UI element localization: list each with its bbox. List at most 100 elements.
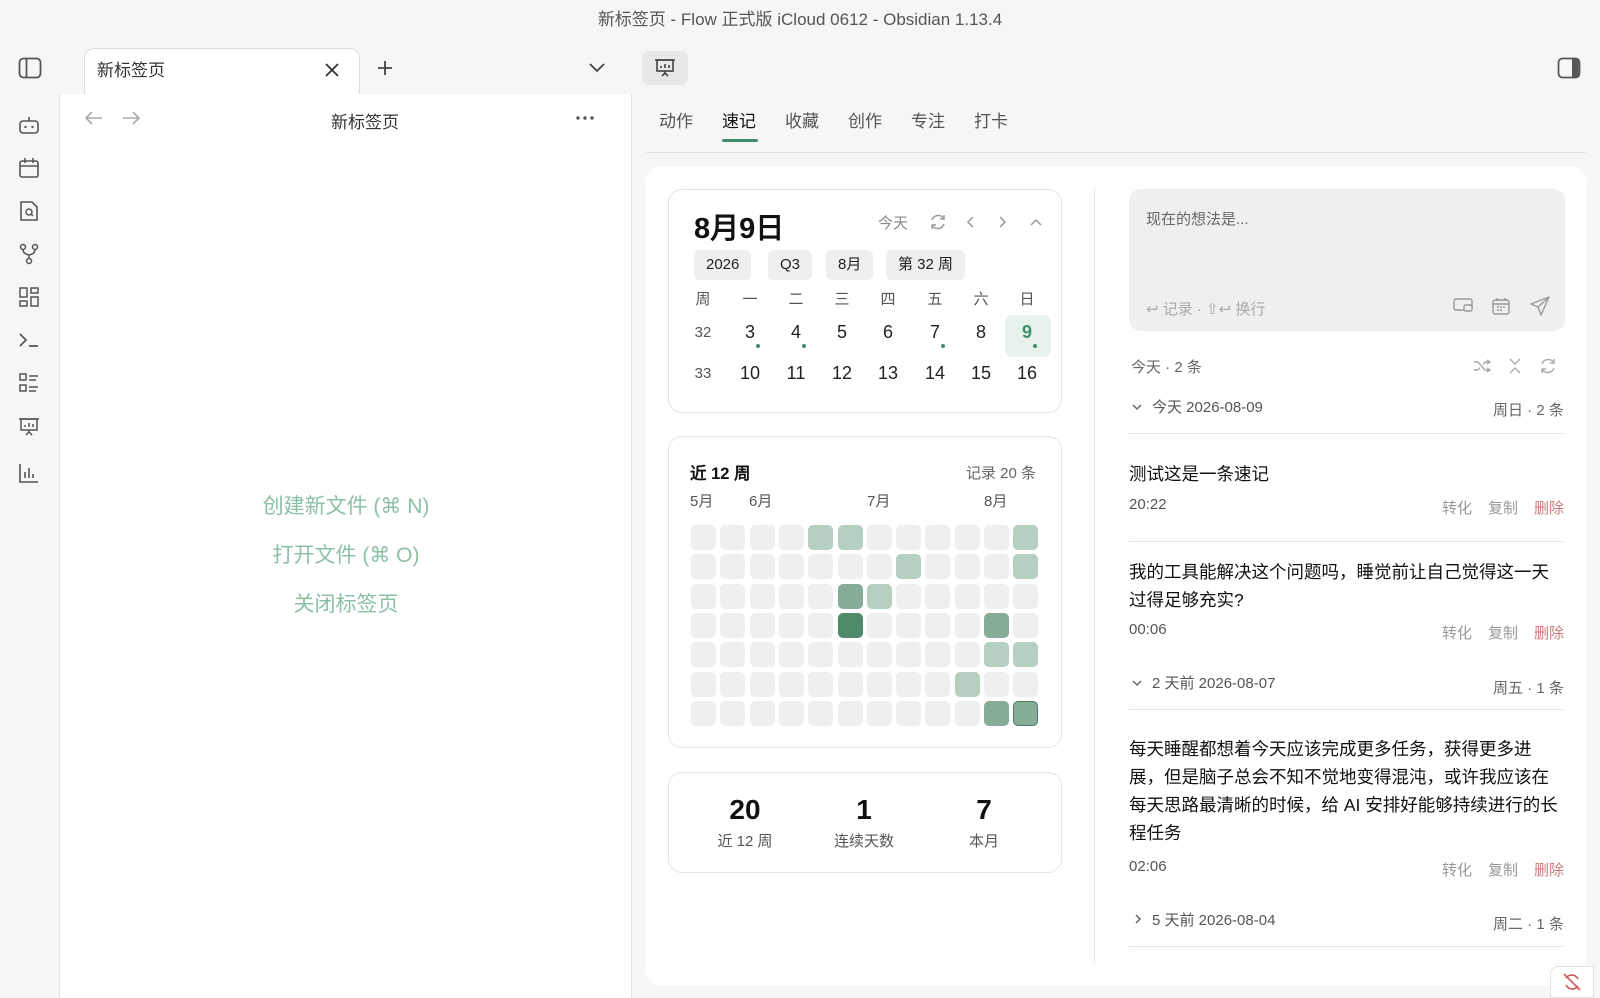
heatmap-cell[interactable]: [1013, 671, 1039, 697]
heatmap-cell[interactable]: [954, 612, 980, 638]
chip-week[interactable]: 第 32 周: [886, 250, 966, 280]
tab-quick-notes[interactable]: 速记: [722, 107, 756, 132]
calendar-day[interactable]: 8: [961, 322, 1001, 343]
refresh-icon[interactable]: [928, 212, 948, 232]
tab-create[interactable]: 创作: [848, 107, 882, 132]
heatmap-cell[interactable]: [866, 612, 892, 638]
heatmap-cell[interactable]: [866, 671, 892, 697]
heatmap-cell[interactable]: [720, 525, 746, 550]
chip-month[interactable]: 8月: [826, 250, 874, 280]
terminal-icon[interactable]: [16, 327, 42, 353]
refresh-icon[interactable]: [1538, 356, 1558, 376]
heatmap-cell[interactable]: [866, 642, 892, 668]
heatmap-cell[interactable]: [778, 700, 804, 726]
presentation-icon[interactable]: [642, 51, 688, 85]
heatmap-cell[interactable]: [925, 671, 951, 697]
heatmap-cell[interactable]: [925, 583, 951, 609]
composer-input[interactable]: 现在的想法是...: [1146, 208, 1249, 229]
heatmap-cell[interactable]: [984, 671, 1009, 697]
today-button[interactable]: 今天: [878, 212, 908, 233]
heatmap-cell[interactable]: [837, 612, 863, 638]
calendar-day[interactable]: 15: [961, 363, 1001, 384]
heatmap-cell[interactable]: [954, 583, 980, 609]
heatmap-cell[interactable]: [1013, 700, 1039, 726]
calendar-day[interactable]: 11: [776, 363, 816, 384]
heatmap-cell[interactable]: [749, 554, 775, 580]
heatmap-cell[interactable]: [778, 671, 804, 697]
heatmap-cell[interactable]: [749, 612, 775, 638]
calendar-day[interactable]: 16: [1007, 363, 1047, 384]
heatmap-cell[interactable]: [691, 583, 716, 609]
delete-button[interactable]: 删除: [1534, 497, 1564, 518]
shuffle-icon[interactable]: [1472, 357, 1492, 375]
heatmap-cell[interactable]: [1013, 612, 1039, 638]
git-branch-icon[interactable]: [16, 241, 42, 267]
heatmap-cell[interactable]: [720, 583, 746, 609]
chevron-right-icon[interactable]: [995, 213, 1011, 231]
calendar-day[interactable]: 14: [915, 363, 955, 384]
heatmap-cell[interactable]: [866, 554, 892, 580]
heatmap-cell[interactable]: [808, 671, 834, 697]
calendar-day[interactable]: 12: [822, 363, 862, 384]
heatmap-cell[interactable]: [749, 642, 775, 668]
calendar-day[interactable]: 9: [1007, 322, 1047, 343]
chevron-down-icon[interactable]: [1130, 676, 1144, 690]
heatmap-cell[interactable]: [837, 583, 863, 609]
chevron-left-icon[interactable]: [962, 213, 978, 231]
heatmap-cell[interactable]: [720, 554, 746, 580]
chevron-down-icon[interactable]: [586, 58, 608, 78]
tab-focus[interactable]: 专注: [911, 107, 945, 132]
heatmap-cell[interactable]: [896, 554, 922, 580]
heatmap-cell[interactable]: [954, 554, 980, 580]
heatmap-cell[interactable]: [691, 525, 716, 550]
heatmap-cell[interactable]: [691, 642, 716, 668]
close-tab-link[interactable]: 关闭标签页: [60, 588, 632, 618]
heatmap-cell[interactable]: [837, 554, 863, 580]
sidebar-left-icon[interactable]: [14, 52, 46, 84]
convert-button[interactable]: 转化: [1442, 497, 1472, 518]
heatmap-cell[interactable]: [896, 671, 922, 697]
heatmap-cell[interactable]: [691, 671, 716, 697]
copy-button[interactable]: 复制: [1488, 859, 1518, 880]
group-label[interactable]: 5 天前 2026-08-04: [1152, 909, 1275, 930]
chevron-right-icon[interactable]: [1131, 912, 1145, 926]
heatmap-cell[interactable]: [896, 700, 922, 726]
heatmap-cell[interactable]: [1013, 642, 1039, 668]
bar-chart-icon[interactable]: [16, 460, 42, 486]
heatmap-cell[interactable]: [749, 671, 775, 697]
heatmap-cell[interactable]: [954, 642, 980, 668]
heatmap-cell[interactable]: [866, 700, 892, 726]
dashboard-icon[interactable]: [16, 284, 42, 310]
heatmap-cell[interactable]: [925, 525, 951, 550]
heatmap-cell[interactable]: [984, 525, 1009, 550]
heatmap-cell[interactable]: [984, 700, 1009, 726]
heatmap-cell[interactable]: [749, 525, 775, 550]
send-icon[interactable]: [1528, 294, 1552, 318]
heatmap-cell[interactable]: [984, 554, 1009, 580]
heatmap-cell[interactable]: [925, 642, 951, 668]
heatmap-cell[interactable]: [691, 554, 716, 580]
heatmap-cell[interactable]: [691, 612, 716, 638]
heatmap-cell[interactable]: [866, 583, 892, 609]
calendar-day[interactable]: 10: [730, 363, 770, 384]
more-options-icon[interactable]: [574, 108, 596, 128]
tab-actions[interactable]: 动作: [659, 107, 693, 132]
convert-button[interactable]: 转化: [1442, 622, 1472, 643]
collapse-icon[interactable]: [1506, 357, 1524, 375]
list-icon[interactable]: [16, 370, 42, 396]
heatmap-cell[interactable]: [691, 700, 716, 726]
heatmap-cell[interactable]: [749, 583, 775, 609]
file-search-icon[interactable]: [16, 198, 42, 224]
open-file-link[interactable]: 打开文件 (⌘ O): [60, 539, 632, 569]
heatmap-cell[interactable]: [778, 554, 804, 580]
copy-button[interactable]: 复制: [1488, 622, 1518, 643]
heatmap-cell[interactable]: [954, 525, 980, 550]
chip-year[interactable]: 2026: [694, 250, 752, 280]
heatmap-cell[interactable]: [837, 671, 863, 697]
delete-button[interactable]: 删除: [1534, 622, 1564, 643]
calendar-day[interactable]: 4: [776, 322, 816, 343]
sidebar-right-icon[interactable]: [1554, 54, 1584, 82]
heatmap-cell[interactable]: [808, 583, 834, 609]
heatmap-cell[interactable]: [720, 642, 746, 668]
heatmap-cell[interactable]: [720, 671, 746, 697]
